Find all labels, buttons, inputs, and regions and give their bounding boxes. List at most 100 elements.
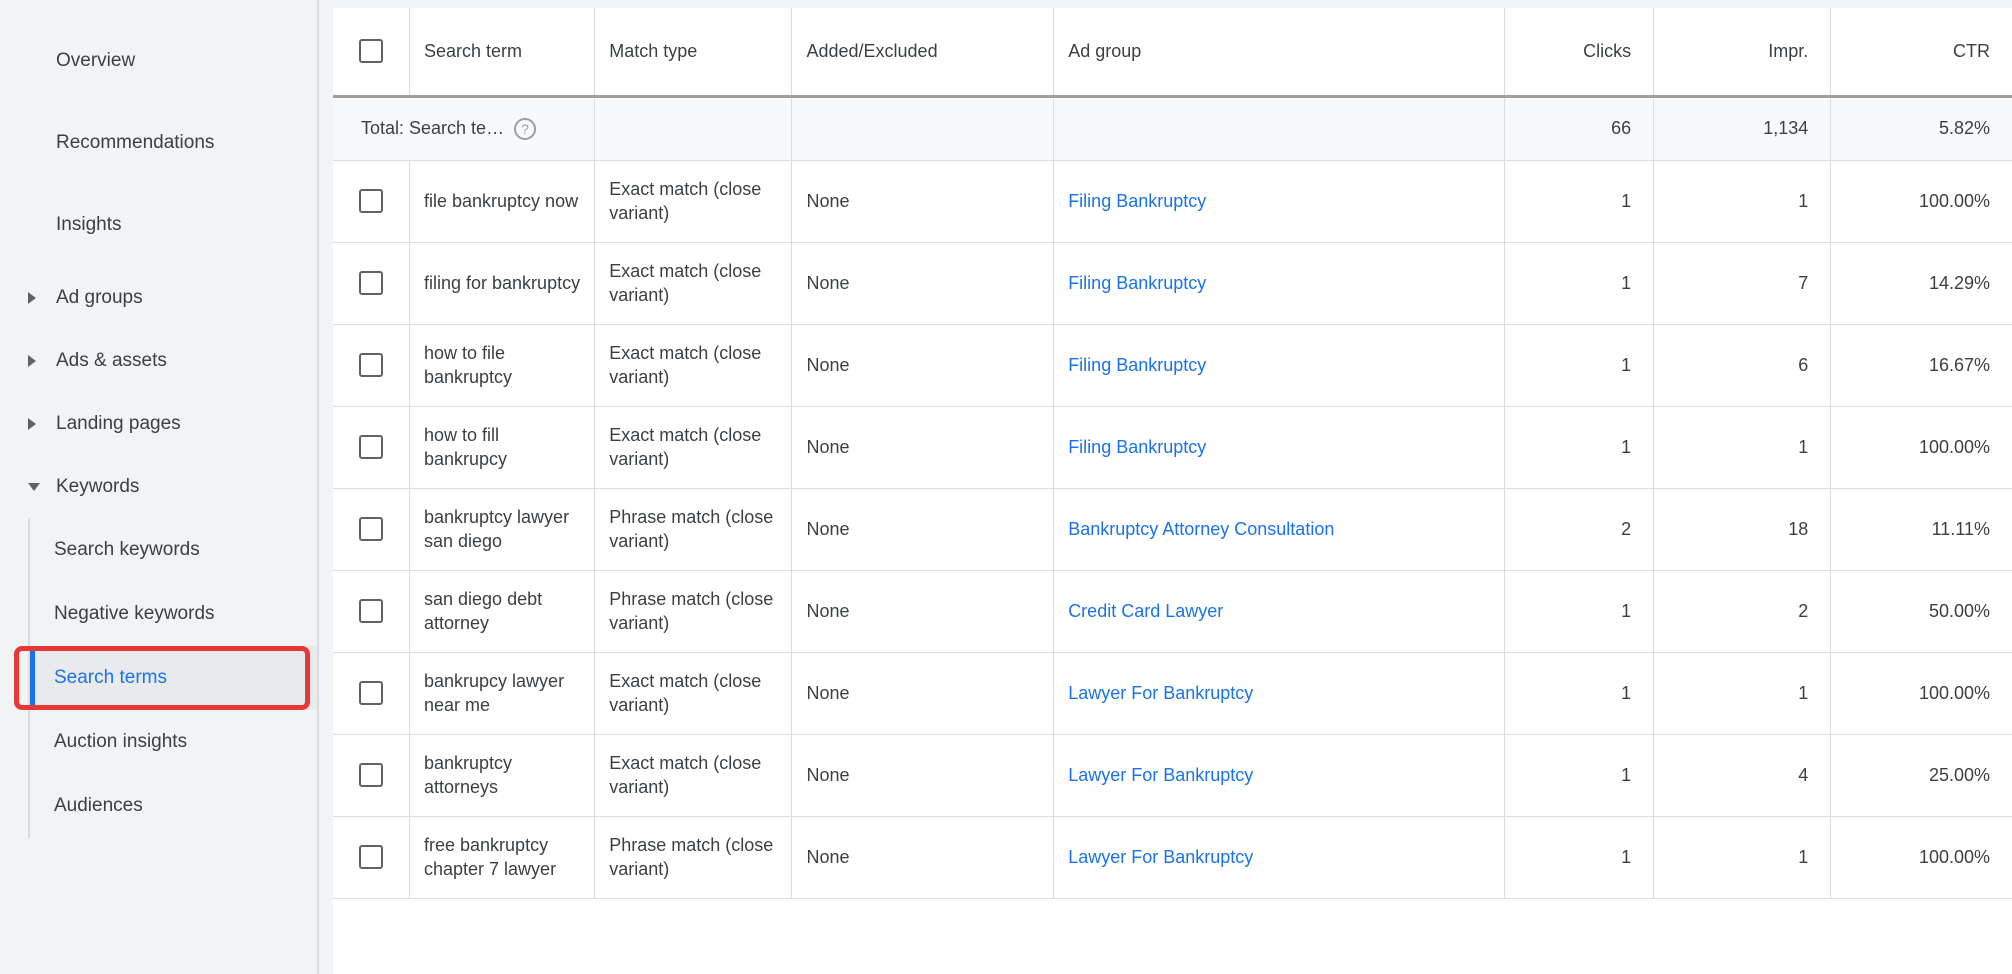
cell-ctr: 16.67%	[1831, 324, 2012, 406]
sidebar: Overview Recommendations Insights Ad gro…	[0, 0, 319, 974]
nav-label: Ad groups	[56, 287, 143, 309]
total-label-cell: Total: Search te… ?	[333, 96, 595, 160]
ad-group-link[interactable]: Filing Bankruptcy	[1068, 273, 1206, 293]
total-empty	[595, 96, 792, 160]
table-row: bankruptcy attorneysExact match (close v…	[333, 734, 2012, 816]
header-impr[interactable]: Impr.	[1654, 8, 1831, 96]
cell-ctr: 100.00%	[1831, 160, 2012, 242]
chevron-down-icon	[28, 483, 40, 491]
ad-group-link[interactable]: Filing Bankruptcy	[1068, 437, 1206, 457]
table-row: how to file bankruptcyExact match (close…	[333, 324, 2012, 406]
nav-ad-groups[interactable]: Ad groups	[0, 266, 317, 329]
cell-clicks: 1	[1505, 570, 1654, 652]
cell-match-type: Exact match (close variant)	[595, 324, 792, 406]
row-checkbox[interactable]	[359, 353, 383, 377]
cell-ad-group: Bankruptcy Attorney Consultation	[1054, 488, 1505, 570]
nav-label: Insights	[56, 214, 121, 236]
table-row: san diego debt attorneyPhrase match (clo…	[333, 570, 2012, 652]
subnav-negative-keywords[interactable]: Negative keywords	[30, 582, 317, 646]
cell-ad-group: Filing Bankruptcy	[1054, 324, 1505, 406]
cell-ad-group: Credit Card Lawyer	[1054, 570, 1505, 652]
cell-match-type: Exact match (close variant)	[595, 160, 792, 242]
row-checkbox[interactable]	[359, 599, 383, 623]
nav-keywords[interactable]: Keywords	[0, 455, 317, 518]
cell-impr: 18	[1654, 488, 1831, 570]
cell-match-type: Phrase match (close variant)	[595, 816, 792, 898]
header-label: Match type	[609, 41, 697, 61]
row-checkbox[interactable]	[359, 189, 383, 213]
cell-match-type: Exact match (close variant)	[595, 242, 792, 324]
header-clicks[interactable]: Clicks	[1505, 8, 1654, 96]
header-label: Impr.	[1768, 41, 1808, 61]
cell-added-excluded: None	[792, 570, 1054, 652]
chevron-right-icon	[28, 418, 36, 430]
row-checkbox[interactable]	[359, 271, 383, 295]
nav-insights[interactable]: Insights	[0, 184, 317, 266]
header-search-term[interactable]: Search term	[410, 8, 595, 96]
cell-impr: 7	[1654, 242, 1831, 324]
help-icon[interactable]: ?	[514, 118, 536, 140]
total-label-text: Total: Search te…	[347, 118, 504, 139]
row-checkbox[interactable]	[359, 517, 383, 541]
cell-ctr: 100.00%	[1831, 652, 2012, 734]
nav-overview[interactable]: Overview	[0, 20, 317, 102]
cell-impr: 1	[1654, 816, 1831, 898]
cell-added-excluded: None	[792, 816, 1054, 898]
subnav-label: Negative keywords	[54, 603, 215, 625]
ad-group-link[interactable]: Credit Card Lawyer	[1068, 601, 1223, 621]
total-empty	[1054, 96, 1505, 160]
cell-added-excluded: None	[792, 734, 1054, 816]
subnav-label: Search keywords	[54, 539, 200, 561]
row-checkbox[interactable]	[359, 763, 383, 787]
row-checkbox[interactable]	[359, 845, 383, 869]
cell-added-excluded: None	[792, 406, 1054, 488]
ad-group-link[interactable]: Filing Bankruptcy	[1068, 191, 1206, 211]
nav-label: Ads & assets	[56, 350, 167, 372]
row-checkbox[interactable]	[359, 681, 383, 705]
header-match-type[interactable]: Match type	[595, 8, 792, 96]
header-added-excluded[interactable]: Added/Excluded	[792, 8, 1054, 96]
chevron-right-icon	[28, 292, 36, 304]
row-checkbox-cell	[333, 406, 410, 488]
ad-group-link[interactable]: Lawyer For Bankruptcy	[1068, 847, 1253, 867]
total-row: Total: Search te… ? 66 1,134 5.82%	[333, 96, 2012, 160]
header-label: Added/Excluded	[806, 41, 937, 61]
ad-group-link[interactable]: Bankruptcy Attorney Consultation	[1068, 519, 1334, 539]
row-checkbox-cell	[333, 488, 410, 570]
select-all-checkbox[interactable]	[359, 39, 383, 63]
cell-clicks: 1	[1505, 816, 1654, 898]
cell-ad-group: Filing Bankruptcy	[1054, 406, 1505, 488]
row-checkbox-cell	[333, 734, 410, 816]
search-terms-table: Search term Match type Added/Excluded Ad…	[333, 8, 2012, 899]
subnav-search-terms[interactable]: Search terms	[30, 646, 317, 710]
subnav-auction-insights[interactable]: Auction insights	[30, 710, 317, 774]
cell-clicks: 1	[1505, 734, 1654, 816]
cell-ad-group: Lawyer For Bankruptcy	[1054, 652, 1505, 734]
ad-group-link[interactable]: Lawyer For Bankruptcy	[1068, 765, 1253, 785]
nav-landing-pages[interactable]: Landing pages	[0, 392, 317, 455]
cell-added-excluded: None	[792, 652, 1054, 734]
header-ad-group[interactable]: Ad group	[1054, 8, 1505, 96]
header-checkbox-cell	[333, 8, 410, 96]
subnav-search-keywords[interactable]: Search keywords	[30, 518, 317, 582]
nav-ads-assets[interactable]: Ads & assets	[0, 329, 317, 392]
cell-impr: 1	[1654, 160, 1831, 242]
ad-group-link[interactable]: Lawyer For Bankruptcy	[1068, 683, 1253, 703]
header-ctr[interactable]: CTR	[1831, 8, 2012, 96]
subnav-audiences[interactable]: Audiences	[30, 774, 317, 838]
cell-search-term: file bankruptcy now	[410, 160, 595, 242]
cell-ctr: 11.11%	[1831, 488, 2012, 570]
nav-label: Overview	[56, 50, 135, 72]
cell-search-term: bankruptcy lawyer san diego	[410, 488, 595, 570]
header-label: CTR	[1953, 41, 1990, 61]
cell-impr: 6	[1654, 324, 1831, 406]
nav-label: Landing pages	[56, 413, 181, 435]
nav-recommendations[interactable]: Recommendations	[0, 102, 317, 184]
cell-match-type: Phrase match (close variant)	[595, 570, 792, 652]
cell-impr: 4	[1654, 734, 1831, 816]
ad-group-link[interactable]: Filing Bankruptcy	[1068, 355, 1206, 375]
row-checkbox-cell	[333, 652, 410, 734]
subnav-label: Audiences	[54, 795, 143, 817]
keywords-subnav: Search keywords Negative keywords Search…	[28, 518, 317, 838]
row-checkbox[interactable]	[359, 435, 383, 459]
